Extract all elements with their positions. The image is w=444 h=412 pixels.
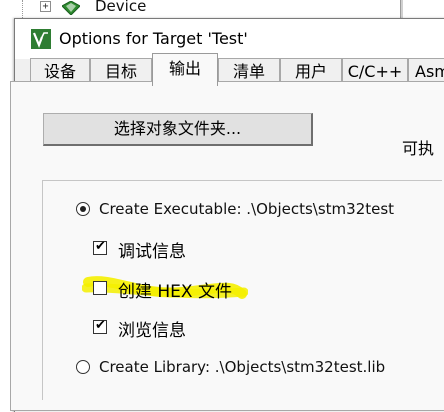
dialog-title: Options for Target 'Test'	[59, 29, 248, 48]
checkmark-icon: ✔	[95, 318, 106, 333]
tab-output[interactable]: 输出	[152, 53, 218, 86]
browse-info-label: 浏览信息	[118, 321, 186, 341]
create-library-radio[interactable]	[76, 360, 90, 374]
tree-node-device[interactable]: Device	[95, 0, 146, 15]
executable-name-label: 可执	[402, 139, 435, 158]
tree-expand-icon[interactable]: +	[40, 1, 51, 12]
tab-strip: 设备 目标 输出 清单 用户 C/C++ Asm	[14, 53, 444, 86]
debug-info-checkbox[interactable]: ✔	[93, 239, 107, 255]
create-library-label: Create Library: .\Objects\stm32test.lib	[99, 358, 386, 376]
create-executable-label: Create Executable: .\Objects\stm32test	[99, 200, 395, 218]
create-hex-file-checkbox[interactable]	[93, 281, 107, 295]
create-executable-radio[interactable]	[76, 202, 90, 216]
select-object-folder-button[interactable]: 选择对象文件夹...	[43, 113, 313, 146]
checkmark-icon: ✔	[95, 239, 106, 254]
create-hex-file-label: 创建 HEX 文件	[118, 282, 232, 302]
browse-info-checkbox[interactable]: ✔	[93, 318, 107, 334]
keil-uvision-icon	[31, 29, 51, 49]
debug-info-label: 调试信息	[118, 242, 186, 262]
gem-icon	[61, 0, 81, 16]
